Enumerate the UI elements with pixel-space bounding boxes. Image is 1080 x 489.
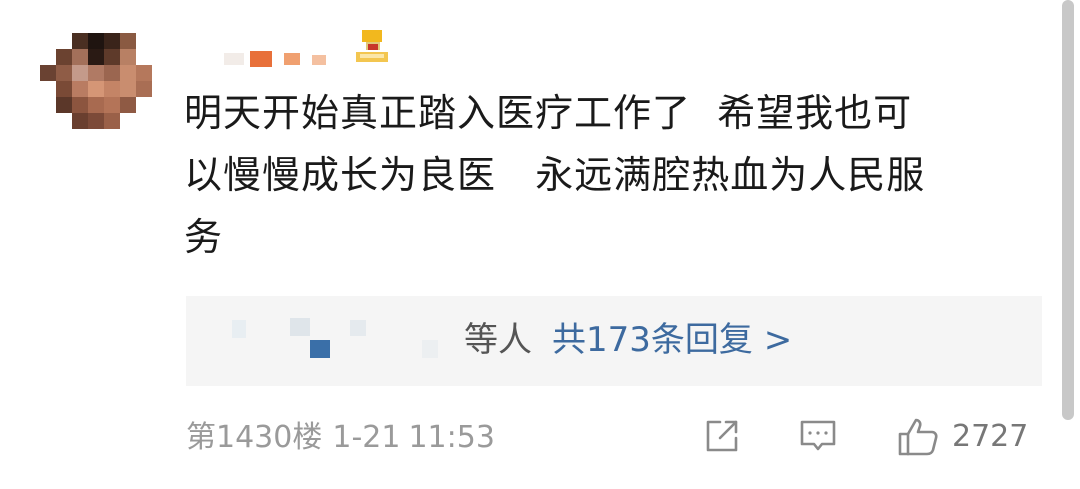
avatar[interactable] bbox=[40, 33, 152, 129]
post-date: 1-21 bbox=[332, 420, 401, 455]
comment-content: 明天开始真正踏入医疗工作了 希望我也可 以慢慢成长为良医 永远满腔热血为人民服 … bbox=[184, 82, 1034, 268]
comment-line: 务 bbox=[184, 215, 224, 259]
post-time: 11:53 bbox=[408, 420, 495, 455]
comment-line: 以慢慢成长为良医 永远满腔热血为人民服 bbox=[184, 153, 926, 197]
reply-count-link[interactable]: 共173条回复 > bbox=[552, 320, 792, 360]
level-badge-icon bbox=[356, 30, 388, 62]
reply-suffix: 等人 bbox=[464, 320, 532, 360]
floor-number: 第1430楼 bbox=[186, 420, 323, 455]
comment-card: 明天开始真正踏入医疗工作了 希望我也可 以慢慢成长为良医 永远满腔热血为人民服 … bbox=[0, 0, 1080, 489]
comment-meta: 第1430楼 1-21 11:53 bbox=[186, 418, 495, 458]
comment-icon bbox=[800, 420, 836, 451]
scrollbar[interactable] bbox=[1062, 0, 1074, 420]
like-button[interactable]: 2727 bbox=[896, 412, 1028, 460]
reply-summary-text[interactable]: 等人 共173条回复 > bbox=[464, 316, 792, 364]
comment-line: 明天开始真正踏入医疗工作了 希望我也可 bbox=[184, 91, 913, 135]
thumbs-up-icon bbox=[898, 418, 938, 456]
reply-usernames-redacted bbox=[186, 296, 456, 386]
share-button[interactable] bbox=[702, 412, 742, 460]
like-count: 2727 bbox=[952, 418, 1029, 454]
comment-button[interactable] bbox=[798, 412, 838, 460]
share-icon bbox=[706, 420, 738, 452]
comment-footer: 第1430楼 1-21 11:53 2727 bbox=[186, 412, 1046, 462]
reply-summary[interactable]: 等人 共173条回复 > bbox=[186, 296, 1042, 386]
